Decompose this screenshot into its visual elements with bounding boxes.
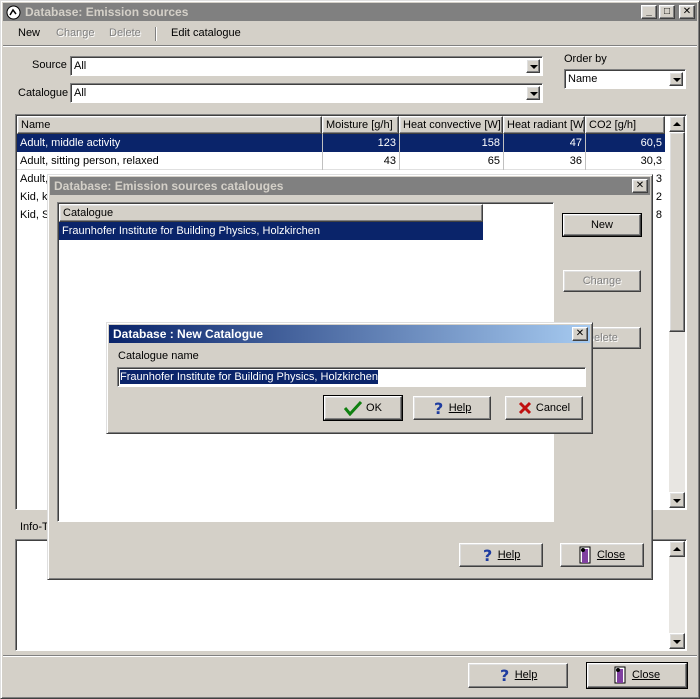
menu-divider xyxy=(3,45,697,47)
cell-co2: 60,5 xyxy=(585,134,665,152)
help-icon: ? xyxy=(500,667,509,683)
svg-text:?: ? xyxy=(500,667,509,683)
new-catalogue-title: Database : New Catalogue xyxy=(113,327,264,341)
cell-heat-convective: 65 xyxy=(399,152,503,170)
close-label: Close xyxy=(596,549,626,561)
close-icon[interactable]: ✕ xyxy=(572,327,588,341)
col-header-heat-radiant[interactable]: Heat radiant [W] xyxy=(503,116,585,134)
chevron-up-icon[interactable] xyxy=(669,541,685,557)
cell-heat-convective: 158 xyxy=(399,134,503,152)
menu-change[interactable]: Change xyxy=(56,27,95,39)
x-icon xyxy=(518,402,531,415)
catalogue-name-value: Fraunhofer Institute for Building Physic… xyxy=(120,370,379,384)
catalogue-value: All xyxy=(74,87,87,99)
new-catalogue-dialog: Database : New Catalogue ✕ Catalogue nam… xyxy=(106,322,593,434)
maximize-icon[interactable]: □ xyxy=(659,5,675,19)
order-by-label: Order by xyxy=(564,53,607,65)
table-scrollbar[interactable] xyxy=(669,116,685,508)
help-button[interactable]: ? Help xyxy=(468,663,568,688)
cell-moisture: 123 xyxy=(322,134,399,152)
svg-text:?: ? xyxy=(483,547,492,563)
col-header-co2[interactable]: CO2 [g/h] xyxy=(585,116,665,134)
col-header-heat-convective[interactable]: Heat convective [W] xyxy=(399,116,503,134)
table-row[interactable]: Adult, sitting person, relaxed 43 65 36 … xyxy=(17,152,665,170)
close-label: Close xyxy=(631,669,661,681)
help-label: Help xyxy=(448,402,472,414)
close-icon[interactable]: ✕ xyxy=(632,179,648,193)
cell-moisture: 43 xyxy=(322,152,399,170)
menu-separator xyxy=(155,27,157,41)
info-label: Info-T xyxy=(20,521,49,533)
exit-door-icon xyxy=(579,546,591,564)
cell-co2: 30,3 xyxy=(585,152,665,170)
col-header-moisture[interactable]: Moisture [g/h] xyxy=(322,116,399,134)
cell-name: Adult, middle activity xyxy=(20,137,121,149)
svg-text:?: ? xyxy=(434,400,443,416)
cell-heat-radiant: 36 xyxy=(503,152,585,170)
ok-label: OK xyxy=(366,402,382,414)
order-by-value: Name xyxy=(568,73,598,85)
exit-door-icon xyxy=(614,666,626,684)
col-header-name[interactable]: Name xyxy=(17,116,322,134)
catalogues-titlebar[interactable]: Database: Emission sources catalouges xyxy=(50,177,650,195)
catalogue-help-button[interactable]: ? Help xyxy=(459,543,543,567)
source-value: All xyxy=(74,60,87,72)
minimize-icon[interactable]: _ xyxy=(641,5,657,19)
table-row[interactable]: Adult, middle activity 123 158 47 60,5 xyxy=(17,134,665,152)
menu-edit-catalogue[interactable]: Edit catalogue xyxy=(171,27,241,39)
main-titlebar[interactable]: Database: Emission sources xyxy=(3,3,697,21)
help-icon: ? xyxy=(434,400,443,416)
scrollbar-thumb[interactable] xyxy=(669,132,685,332)
new-catalogue-titlebar[interactable]: Database : New Catalogue xyxy=(109,325,590,343)
bottom-divider xyxy=(3,655,697,657)
catalogue-close-button[interactable]: Close xyxy=(560,543,644,567)
catalogue-select[interactable]: All xyxy=(70,83,543,103)
chevron-down-icon[interactable] xyxy=(669,72,683,86)
chevron-down-icon[interactable] xyxy=(669,492,685,508)
table-header: Name Moisture [g/h] Heat convective [W] … xyxy=(17,116,665,134)
chevron-up-icon[interactable] xyxy=(669,116,685,132)
catalogue-name-input[interactable]: Fraunhofer Institute for Building Physic… xyxy=(117,367,586,387)
dialog-help-button[interactable]: ? Help xyxy=(413,396,491,420)
ok-button[interactable]: OK xyxy=(323,395,403,421)
catalogue-name-label: Catalogue name xyxy=(118,350,199,362)
cancel-button[interactable]: Cancel xyxy=(505,396,583,420)
source-label: Source xyxy=(32,59,67,71)
help-label: Help xyxy=(514,669,538,681)
info-scrollbar[interactable] xyxy=(669,541,685,649)
col-header-catalogue[interactable]: Catalogue xyxy=(59,204,483,222)
help-label: Help xyxy=(497,549,521,561)
catalogues-title: Database: Emission sources catalouges xyxy=(54,179,284,193)
app-icon xyxy=(6,5,21,20)
close-icon[interactable]: ✕ xyxy=(679,5,695,19)
menu-delete[interactable]: Delete xyxy=(109,27,141,39)
cell-name: Adult, sitting person, relaxed xyxy=(20,155,159,167)
chevron-down-icon[interactable] xyxy=(526,86,540,100)
order-by-select[interactable]: Name xyxy=(564,69,686,89)
catalogue-new-button[interactable]: New xyxy=(562,213,642,237)
help-icon: ? xyxy=(483,547,492,563)
chevron-down-icon[interactable] xyxy=(669,633,685,649)
cancel-label: Cancel xyxy=(535,402,571,414)
close-button[interactable]: Close xyxy=(586,662,688,689)
catalogue-change-button[interactable]: Change xyxy=(563,270,641,292)
catalogue-label: Catalogue xyxy=(18,87,69,99)
check-icon xyxy=(344,401,363,417)
cell-heat-radiant: 47 xyxy=(503,134,585,152)
menu-new[interactable]: New xyxy=(18,27,40,39)
list-item[interactable]: Fraunhofer Institute for Building Physic… xyxy=(59,222,483,240)
source-select[interactable]: All xyxy=(70,56,543,76)
main-title: Database: Emission sources xyxy=(25,5,189,19)
chevron-down-icon[interactable] xyxy=(526,59,540,73)
